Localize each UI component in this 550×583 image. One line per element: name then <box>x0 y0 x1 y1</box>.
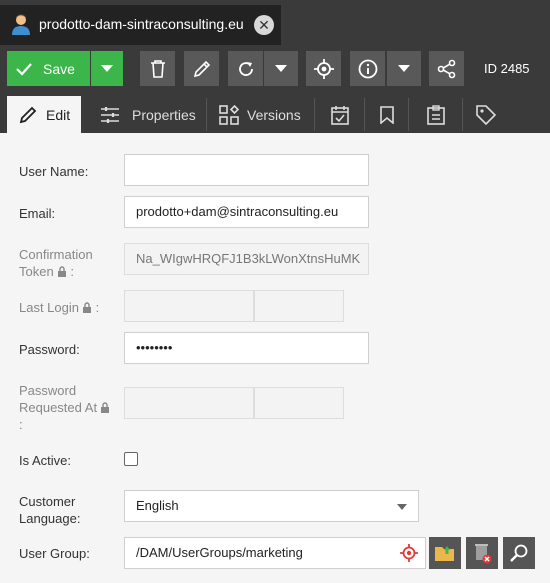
customer-language-value: English <box>136 498 179 513</box>
tab-notes[interactable] <box>409 96 463 133</box>
password-requested-date-field <box>124 387 254 419</box>
delete-button[interactable] <box>140 51 175 86</box>
editor-tab-strip: Edit Properties Versions <box>0 92 550 133</box>
user-group-field[interactable]: /DAM/UserGroups/marketing <box>124 537 426 569</box>
calendar-check-icon <box>331 105 349 125</box>
close-tab-button[interactable]: ✕ <box>254 15 274 35</box>
folder-icon <box>435 546 454 561</box>
info-icon <box>358 59 377 78</box>
bookmark-icon <box>380 105 394 124</box>
is-active-label: Is Active: <box>19 453 72 468</box>
rename-button[interactable] <box>184 51 219 86</box>
sliders-icon <box>101 106 119 123</box>
clear-field-button[interactable] <box>466 537 498 569</box>
lock-icon <box>83 302 91 313</box>
tab-properties[interactable]: Properties <box>88 96 207 133</box>
reload-button[interactable] <box>228 51 263 86</box>
check-icon <box>16 62 32 76</box>
share-icon <box>437 59 455 78</box>
password-label: Password: <box>19 342 80 357</box>
lock-icon <box>57 266 66 277</box>
info-options-dropdown[interactable] <box>387 51 421 86</box>
confirmation-token-field: Na_WIgwHRQFJ1B3kLWonXtnsHuMK <box>124 243 369 275</box>
username-label: User Name: <box>19 164 89 179</box>
customer-language-label-line1: Customer <box>19 494 76 509</box>
save-button[interactable]: Save <box>7 51 90 86</box>
user-group-label: User Group: <box>19 546 90 561</box>
save-button-label: Save <box>43 60 75 77</box>
locate-target-icon[interactable] <box>400 544 418 562</box>
password-requested-time-field <box>254 387 344 419</box>
customer-language-select[interactable]: English <box>124 490 419 522</box>
tab-versions[interactable]: Versions <box>207 96 315 133</box>
target-icon <box>313 58 334 79</box>
search-icon <box>510 544 528 562</box>
last-login-time-field <box>254 290 344 322</box>
document-tab[interactable]: prodotto-dam-sintraconsulting.eu ✕ <box>0 5 281 45</box>
pencil-icon <box>193 60 210 77</box>
customer-language-label-line2: Language: <box>19 511 81 526</box>
user-settings-form: User Name: Email: prodotto+dam@sintracon… <box>0 133 550 583</box>
email-label: Email: <box>19 206 56 221</box>
tab-properties-label: Properties <box>132 106 196 123</box>
password-requested-label-line2: Requested At <box>19 399 110 416</box>
trash-delete-icon <box>475 544 492 564</box>
search-button[interactable] <box>503 537 535 569</box>
last-login-date-field <box>124 290 254 322</box>
tab-edit-label: Edit <box>46 106 71 123</box>
save-options-dropdown[interactable] <box>91 51 123 86</box>
chevron-down-icon <box>101 64 113 72</box>
password-requested-label-line3: : <box>19 417 23 432</box>
tab-schedule[interactable] <box>315 96 365 133</box>
reload-options-dropdown[interactable] <box>264 51 298 86</box>
document-tab-title: prodotto-dam-sintraconsulting.eu <box>39 16 244 32</box>
tab-versions-label: Versions <box>247 106 301 123</box>
object-id-label: ID 2485 <box>484 61 530 76</box>
confirmation-token-label-line1: Confirmation <box>19 247 93 262</box>
tab-tags[interactable] <box>463 96 509 133</box>
confirmation-token-label-line2: Token : <box>19 264 74 279</box>
chevron-down-icon <box>275 64 287 72</box>
chevron-down-icon <box>398 64 410 72</box>
document-tab-bar: prodotto-dam-sintraconsulting.eu ✕ <box>0 0 550 45</box>
password-field[interactable]: •••••••• <box>124 332 369 364</box>
pencil-icon <box>19 106 37 123</box>
info-button[interactable] <box>350 51 385 86</box>
lock-icon <box>101 402 110 413</box>
tab-dependencies[interactable] <box>365 96 409 133</box>
last-login-label: Last Login : <box>19 300 100 315</box>
toolbar: Save ID 2485 <box>0 45 550 92</box>
open-folder-button[interactable] <box>429 537 461 569</box>
chevron-down-icon <box>397 504 407 510</box>
versions-icon <box>219 104 239 125</box>
email-field[interactable]: prodotto+dam@sintraconsulting.eu <box>124 196 369 228</box>
username-field[interactable] <box>124 154 369 186</box>
trash-icon <box>150 59 165 78</box>
share-button[interactable] <box>429 51 464 86</box>
reload-icon <box>238 61 253 76</box>
password-requested-label-line1: Password <box>19 383 77 398</box>
is-active-checkbox[interactable] <box>124 452 138 466</box>
locate-in-tree-button[interactable] <box>306 51 341 86</box>
tag-icon <box>476 104 496 125</box>
tab-edit[interactable]: Edit <box>7 96 81 133</box>
user-icon <box>12 14 30 35</box>
clipboard-icon <box>427 104 445 125</box>
